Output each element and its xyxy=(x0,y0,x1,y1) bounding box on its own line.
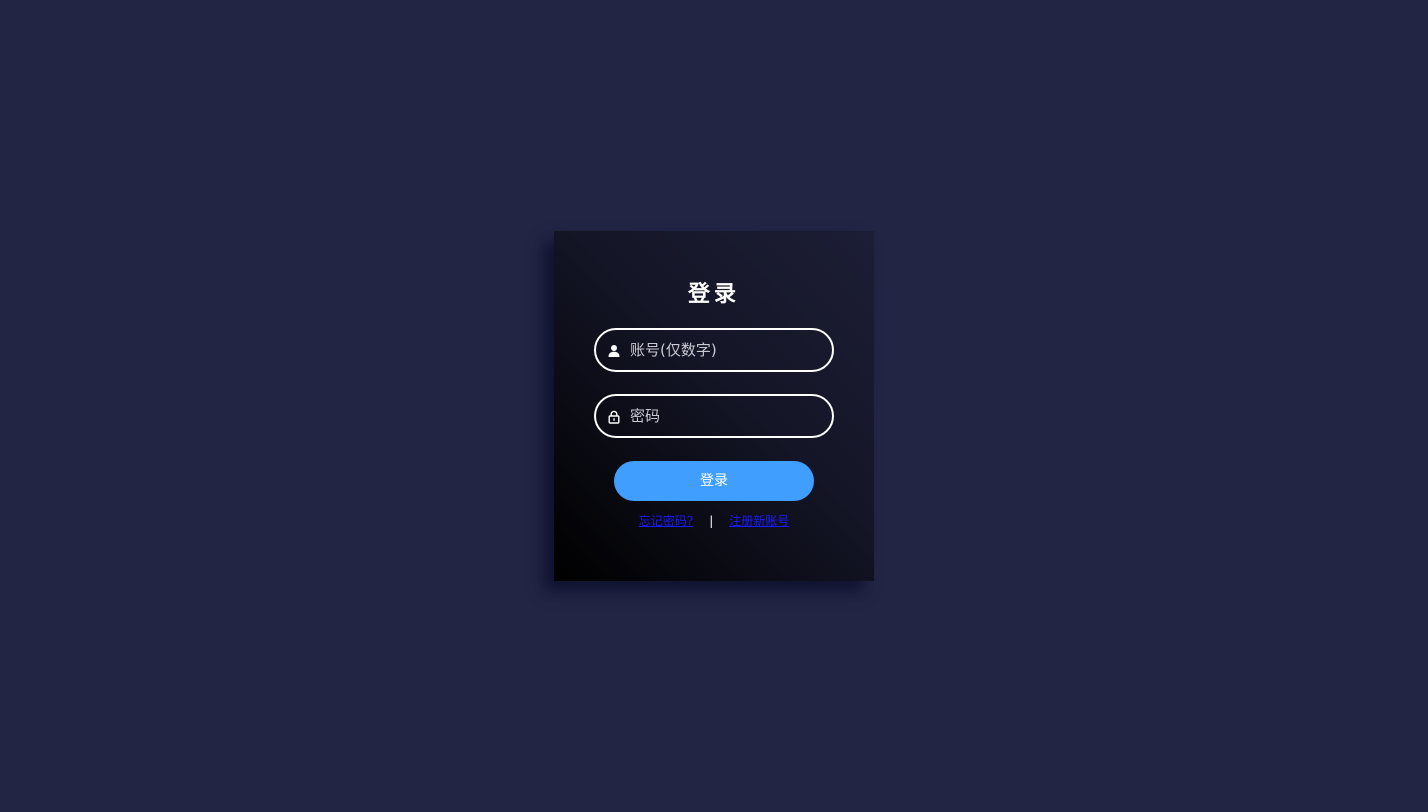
username-input[interactable] xyxy=(630,330,826,370)
register-link[interactable]: 注册新账号 xyxy=(729,514,789,528)
link-separator: | xyxy=(709,514,714,528)
user-icon xyxy=(607,343,621,357)
password-input[interactable] xyxy=(630,396,826,436)
login-button[interactable]: 登录 xyxy=(614,461,814,501)
page: 登录 登录 忘记密码? | 注册新账号 xyxy=(0,0,1428,812)
forgot-password-link[interactable]: 忘记密码? xyxy=(639,514,693,528)
account-links: 忘记密码? | 注册新账号 xyxy=(554,512,874,530)
username-field[interactable] xyxy=(594,328,834,372)
lock-icon xyxy=(607,409,621,424)
password-field[interactable] xyxy=(594,394,834,438)
login-card: 登录 登录 忘记密码? | 注册新账号 xyxy=(554,231,874,581)
login-title: 登录 xyxy=(687,281,740,307)
